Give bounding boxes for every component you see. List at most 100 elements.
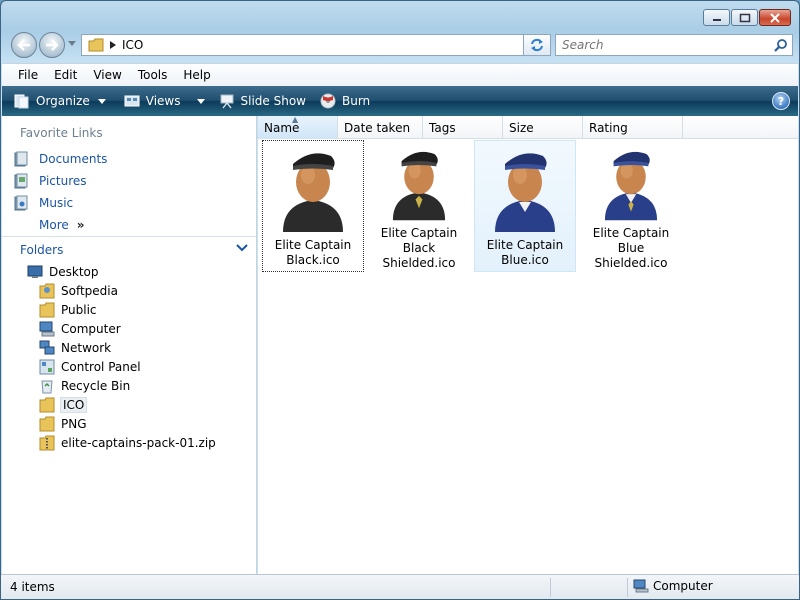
- help-button[interactable]: ?: [772, 92, 790, 110]
- tree-item-softpedia[interactable]: Softpedia: [39, 281, 216, 300]
- column-size[interactable]: Size: [503, 116, 583, 139]
- computer-icon: [633, 579, 649, 593]
- file-item[interactable]: Elite Captain Blue.ico: [474, 140, 576, 272]
- views-button[interactable]: Views: [124, 94, 205, 108]
- file-name-line2: Shielded.ico: [382, 256, 456, 270]
- favorite-links-heading: Favorite Links: [20, 126, 103, 140]
- file-name-line1: Elite Captain Blue: [592, 226, 670, 255]
- burn-disc-icon: [320, 93, 336, 109]
- forward-button[interactable]: [39, 32, 65, 58]
- captain-blue-icon: [495, 153, 555, 232]
- folder-icon: [39, 397, 55, 412]
- tree-item-public[interactable]: Public: [39, 300, 216, 319]
- file-list-pane: ▲ Name Date taken Tags Size Rating Elite…: [258, 115, 798, 574]
- tree-item-recycle-bin[interactable]: Recycle Bin: [39, 376, 216, 395]
- column-date-taken[interactable]: Date taken: [338, 116, 423, 139]
- slideshow-button[interactable]: Slide Show: [219, 93, 306, 109]
- refresh-button[interactable]: [523, 34, 551, 56]
- favorite-link-music[interactable]: Music: [12, 192, 107, 214]
- views-icon: [124, 95, 140, 107]
- file-items: Elite Captain Black.ico Elite Captain Bl…: [262, 140, 686, 272]
- zip-folder-icon: [39, 435, 55, 450]
- file-item[interactable]: Elite Captain Blue Shielded.ico: [580, 140, 682, 272]
- file-name-line1: Elite Captain Black: [380, 226, 458, 255]
- breadcrumb-ico[interactable]: ICO: [122, 38, 143, 52]
- column-label: Rating: [589, 120, 628, 135]
- folders-heading: Folders: [20, 242, 64, 257]
- more-links-button[interactable]: More »: [39, 214, 107, 236]
- tree-item-control-panel[interactable]: Control Panel: [39, 357, 216, 376]
- folder-tree: Desktop Softpedia Public Computer Networ…: [27, 262, 216, 452]
- menu-view[interactable]: View: [85, 68, 129, 82]
- slideshow-icon: [220, 94, 233, 109]
- search-box[interactable]: [555, 34, 793, 56]
- tree-item-png[interactable]: PNG: [39, 414, 216, 433]
- favorite-link-label: Documents: [39, 152, 108, 166]
- favorite-links-list: Documents Pictures Music More »: [12, 148, 107, 236]
- minimize-button[interactable]: [703, 9, 730, 26]
- favorite-link-label: Music: [39, 196, 74, 210]
- menu-edit[interactable]: Edit: [46, 68, 85, 82]
- folders-header[interactable]: Folders: [2, 236, 256, 262]
- breadcrumb-arrow-icon[interactable]: [110, 41, 116, 49]
- column-label: Tags: [429, 120, 456, 135]
- column-tags[interactable]: Tags: [423, 116, 503, 139]
- column-rating[interactable]: Rating: [583, 116, 683, 139]
- maximize-button[interactable]: [731, 9, 758, 26]
- organize-icon: [14, 94, 29, 109]
- menu-file[interactable]: File: [2, 68, 46, 82]
- slideshow-label: Slide Show: [240, 94, 306, 108]
- search-icon[interactable]: [774, 38, 788, 52]
- tree-item-label: elite-captains-pack-01.zip: [61, 435, 216, 450]
- views-label: Views: [145, 94, 181, 108]
- back-button[interactable]: [11, 32, 37, 58]
- favorite-link-documents[interactable]: Documents: [12, 148, 107, 170]
- command-bar: Organize Views Slide Show Burn ?: [2, 86, 798, 116]
- tree-item-label: PNG: [61, 416, 87, 431]
- menu-help[interactable]: Help: [175, 68, 218, 82]
- file-name-line2: Blue.ico: [501, 253, 549, 267]
- captain-blue-shielded-icon: [604, 151, 658, 221]
- column-label: Size: [509, 120, 534, 135]
- captain-black-shielded-icon: [392, 151, 446, 221]
- close-icon: [770, 12, 780, 23]
- views-dropdown-icon[interactable]: [196, 98, 205, 104]
- navigation-pane: Favorite Links Documents Pictures Music …: [2, 116, 257, 574]
- menu-tools[interactable]: Tools: [130, 68, 176, 82]
- computer-icon: [39, 321, 55, 336]
- tree-item-ico[interactable]: ICO: [39, 395, 216, 414]
- tree-item-label: Recycle Bin: [61, 378, 131, 393]
- tree-item-zip[interactable]: elite-captains-pack-01.zip: [39, 433, 216, 452]
- maximize-icon: [739, 13, 750, 22]
- search-input[interactable]: [556, 38, 766, 52]
- address-row: ICO: [9, 31, 793, 59]
- chevron-down-icon[interactable]: [236, 243, 248, 253]
- tree-item-computer[interactable]: Computer: [39, 319, 216, 338]
- double-chevron-icon: »: [76, 218, 85, 232]
- explorer-window: ICO File Edit View Tools Help: [0, 0, 800, 600]
- burn-button[interactable]: Burn: [320, 93, 370, 109]
- close-button[interactable]: [759, 9, 791, 26]
- recent-pages-dropdown[interactable]: [68, 41, 76, 47]
- organize-button[interactable]: Organize: [14, 93, 106, 109]
- column-label: Date taken: [344, 120, 411, 135]
- folder-icon: [39, 302, 55, 317]
- folder-icon: [39, 416, 55, 431]
- file-name-line2: Shielded.ico: [594, 256, 668, 270]
- arrow-right-icon: [46, 39, 59, 51]
- tree-item-network[interactable]: Network: [39, 338, 216, 357]
- file-item[interactable]: Elite Captain Black.ico: [262, 140, 364, 272]
- tree-item-desktop[interactable]: Desktop: [27, 262, 216, 281]
- tree-item-label: Public: [61, 302, 97, 317]
- control-panel-icon: [39, 359, 55, 374]
- tree-item-label: ICO: [59, 396, 88, 413]
- arrow-left-icon: [17, 39, 30, 51]
- favorite-link-pictures[interactable]: Pictures: [12, 170, 107, 192]
- column-name[interactable]: ▲ Name: [258, 115, 338, 139]
- network-icon: [39, 340, 55, 354]
- file-item[interactable]: Elite Captain Black Shielded.ico: [368, 140, 470, 272]
- status-divider: [627, 578, 628, 597]
- tree-item-label: Network: [61, 340, 112, 355]
- address-bar[interactable]: ICO: [81, 34, 551, 56]
- desktop-icon: [27, 265, 43, 278]
